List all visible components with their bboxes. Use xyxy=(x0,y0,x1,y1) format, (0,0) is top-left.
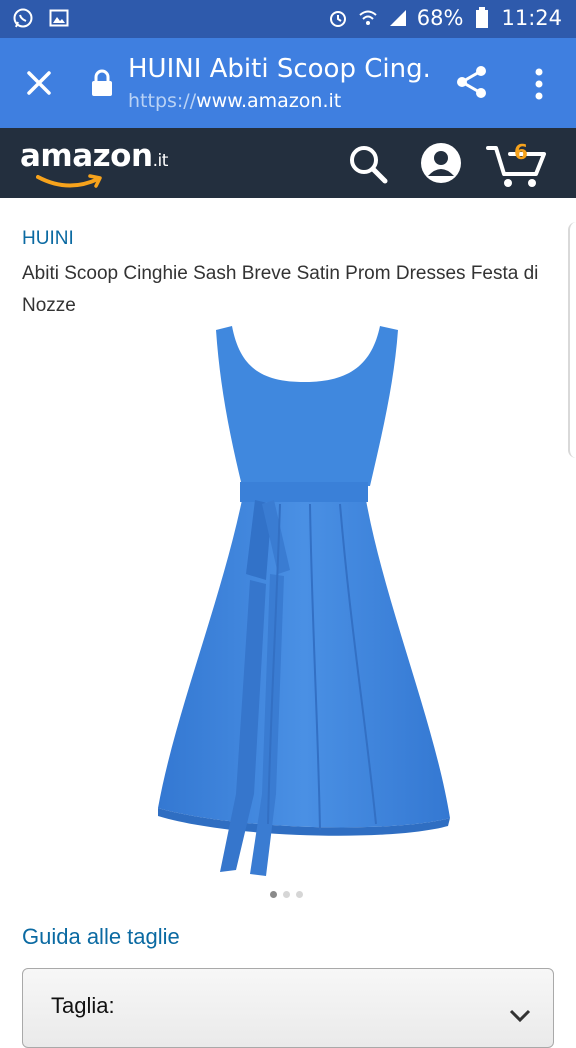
browser-toolbar: HUINI Abiti Scoop Cing... https://www.am… xyxy=(0,38,576,166)
signal-icon xyxy=(387,7,409,29)
size-guide-link[interactable]: Guida alle taglie xyxy=(22,924,180,950)
account-icon[interactable] xyxy=(418,140,464,186)
carousel-dot[interactable] xyxy=(270,891,277,898)
chevron-down-icon xyxy=(509,1009,531,1023)
logo-tld: .it xyxy=(152,151,169,171)
carousel-dot[interactable] xyxy=(283,891,290,898)
product-title: Abiti Scoop Cinghie Sash Breve Satin Pro… xyxy=(22,263,539,316)
search-icon[interactable] xyxy=(346,142,390,186)
battery-level: 68% xyxy=(416,6,464,30)
product-brand-link[interactable]: HUINI xyxy=(22,228,74,250)
url-host: www.amazon.it xyxy=(196,90,342,112)
battery-icon xyxy=(471,7,493,29)
carousel-dot[interactable] xyxy=(296,891,303,898)
whatsapp-icon xyxy=(12,7,34,29)
url-scheme: https:// xyxy=(128,90,197,112)
more-options-icon[interactable] xyxy=(524,64,554,104)
amazon-smile-icon xyxy=(36,174,106,190)
size-select[interactable]: Taglia: xyxy=(22,968,554,1048)
cart-count-badge: 6 xyxy=(514,140,528,164)
logo-text: amazon xyxy=(20,138,153,174)
share-icon[interactable] xyxy=(452,62,492,102)
clock: 11:24 xyxy=(501,6,562,30)
scroll-edge xyxy=(568,222,576,458)
close-icon[interactable] xyxy=(22,66,56,100)
lock-icon xyxy=(90,68,114,98)
url-display[interactable]: https://www.amazon.it xyxy=(128,90,341,112)
image-carousel-dots xyxy=(270,891,303,898)
amazon-header: amazon.it 6 xyxy=(0,128,576,198)
page-title: HUINI Abiti Scoop Cing... xyxy=(128,54,428,84)
status-bar: 68% 11:24 xyxy=(0,0,576,38)
gallery-icon xyxy=(48,7,70,29)
product-image[interactable] xyxy=(150,324,460,884)
product-page: HUINI Abiti Scoop Cinghie Sash Breve Sat… xyxy=(0,198,576,1048)
size-label: Taglia: xyxy=(51,993,115,1018)
wifi-icon xyxy=(357,7,379,29)
alarm-icon xyxy=(327,7,349,29)
amazon-logo[interactable]: amazon.it xyxy=(20,138,168,174)
